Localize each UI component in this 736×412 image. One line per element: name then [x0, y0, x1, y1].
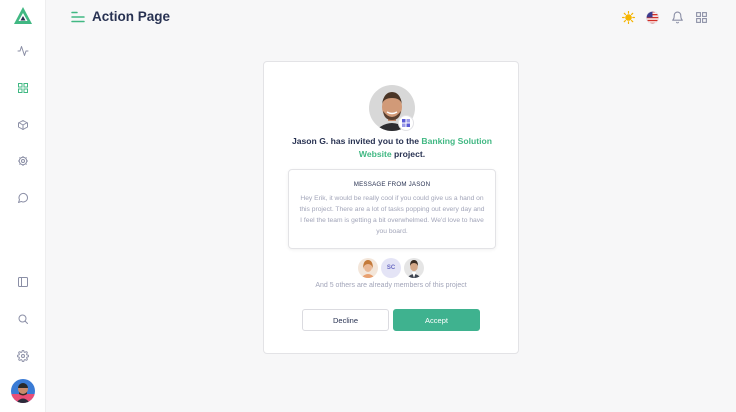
sun-icon[interactable]	[621, 10, 635, 24]
members-note: And 5 others are already members of this…	[315, 282, 467, 289]
invite-badge-icon	[398, 115, 414, 131]
page-title: Action Page	[92, 9, 171, 24]
apps-grid-icon[interactable]	[694, 10, 708, 24]
message-body: Hey Erik, it would be really cool if you…	[299, 195, 485, 235]
invite-title: Jason G. has invited you to the Banking …	[284, 135, 500, 161]
message-box: MESSAGE FROM JASON Hey Erik, it would be…	[288, 169, 496, 249]
message-label: MESSAGE FROM JASON	[353, 181, 431, 188]
member-avatar[interactable]	[358, 258, 378, 278]
member-initials-avatar[interactable]: SC	[381, 258, 401, 278]
invite-text-before: Jason G. has invited you to the	[291, 136, 422, 146]
invitation-card: Jason G. has invited you to the Banking …	[263, 61, 519, 354]
menu-toggle-icon[interactable]	[71, 10, 85, 24]
user-avatar[interactable]	[11, 379, 35, 403]
settings-icon[interactable]	[0, 346, 46, 366]
settings-cog-icon[interactable]	[0, 151, 46, 171]
chat-icon[interactable]	[0, 188, 46, 208]
sidebar	[0, 0, 46, 412]
layout-panel-icon[interactable]	[0, 272, 46, 292]
decline-button[interactable]: Decline	[302, 309, 389, 331]
accept-button[interactable]: Accept	[393, 309, 480, 331]
grid-icon[interactable]	[0, 78, 46, 98]
member-avatar[interactable]	[404, 258, 424, 278]
bell-icon[interactable]	[670, 10, 684, 24]
top-header: Action Page	[46, 0, 736, 34]
us-flag-icon[interactable]	[645, 10, 660, 25]
invite-text-after: project.	[391, 149, 426, 159]
search-icon[interactable]	[0, 309, 46, 329]
logo-icon[interactable]	[0, 6, 46, 26]
box-icon[interactable]	[0, 115, 46, 135]
activity-icon[interactable]	[0, 41, 46, 61]
